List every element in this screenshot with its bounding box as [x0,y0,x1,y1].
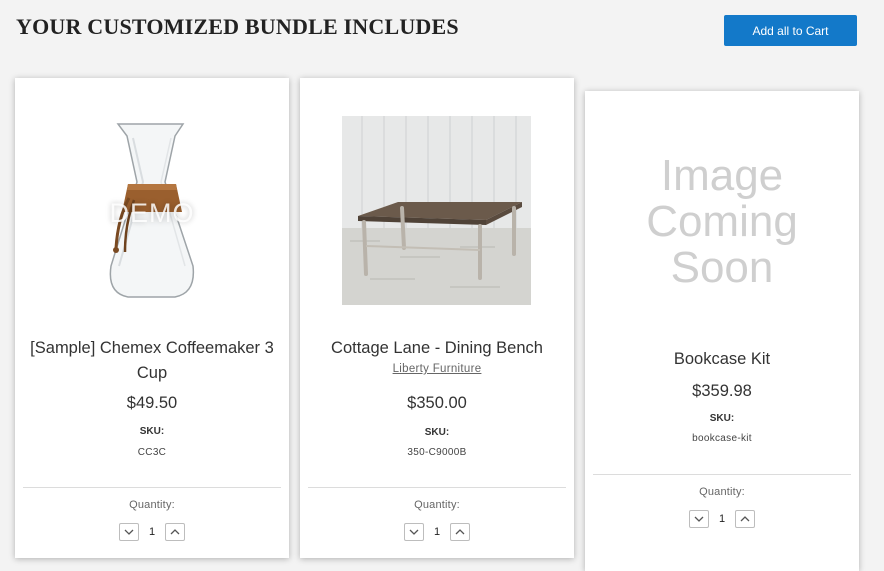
quantity-label: Quantity: [699,486,745,498]
product-price: $49.50 [126,394,178,412]
sku-value: bookcase-kit [692,433,752,444]
quantity-label: Quantity: [129,499,175,511]
quantity-stepper: 1 [585,509,859,529]
page-title: YOUR CUSTOMIZED BUNDLE INCLUDES [16,14,459,39]
sku-label: SKU: [424,427,450,438]
sku-value: 350-C9000B [407,447,467,458]
chevron-down-icon [409,529,419,535]
placeholder-line: Image [660,151,784,200]
chevron-up-icon [455,529,465,535]
quantity-stepper: 1 [15,522,289,542]
increase-quantity-button[interactable] [165,523,185,541]
quantity-value[interactable]: 1 [715,513,729,525]
decrease-quantity-button[interactable] [689,510,709,528]
chevron-up-icon [740,516,750,522]
chevron-up-icon [170,529,180,535]
divider [23,487,281,488]
image-coming-soon-placeholder: Image Coming Soon [585,153,859,291]
decrease-quantity-button[interactable] [404,523,424,541]
product-image[interactable]: Image Coming Soon [585,91,859,331]
divider [308,487,566,488]
product-image[interactable] [300,78,574,318]
increase-quantity-button[interactable] [735,510,755,528]
product-name[interactable]: Bookcase Kit [585,347,859,372]
product-card: DEMO [Sample] Chemex Coffeemaker 3 Cup $… [15,78,289,558]
product-price: $359.98 [692,382,752,400]
image-watermark: DEMO [109,198,195,228]
add-all-to-cart-button[interactable]: Add all to Cart [724,15,857,46]
brand-link[interactable]: Liberty Furniture [300,363,574,375]
quantity-value[interactable]: 1 [145,526,159,538]
product-name[interactable]: Cottage Lane - Dining Bench [300,336,574,361]
sku-label: SKU: [139,426,165,437]
product-price: $350.00 [407,394,467,412]
dining-bench-image [342,116,531,305]
product-name[interactable]: [Sample] Chemex Coffeemaker 3 Cup [15,336,289,386]
product-card: Cottage Lane - Dining Bench Liberty Furn… [300,78,574,558]
divider [593,474,851,475]
decrease-quantity-button[interactable] [119,523,139,541]
sku-value: CC3C [137,447,167,458]
placeholder-line: Coming [646,197,798,246]
product-card: Image Coming Soon Bookcase Kit $359.98 S… [585,91,859,571]
quantity-stepper: 1 [300,522,574,542]
chevron-down-icon [694,516,704,522]
sku-label: SKU: [709,413,735,424]
placeholder-line: Soon [670,243,774,292]
quantity-label: Quantity: [414,499,460,511]
chevron-down-icon [124,529,134,535]
increase-quantity-button[interactable] [450,523,470,541]
quantity-value[interactable]: 1 [430,526,444,538]
